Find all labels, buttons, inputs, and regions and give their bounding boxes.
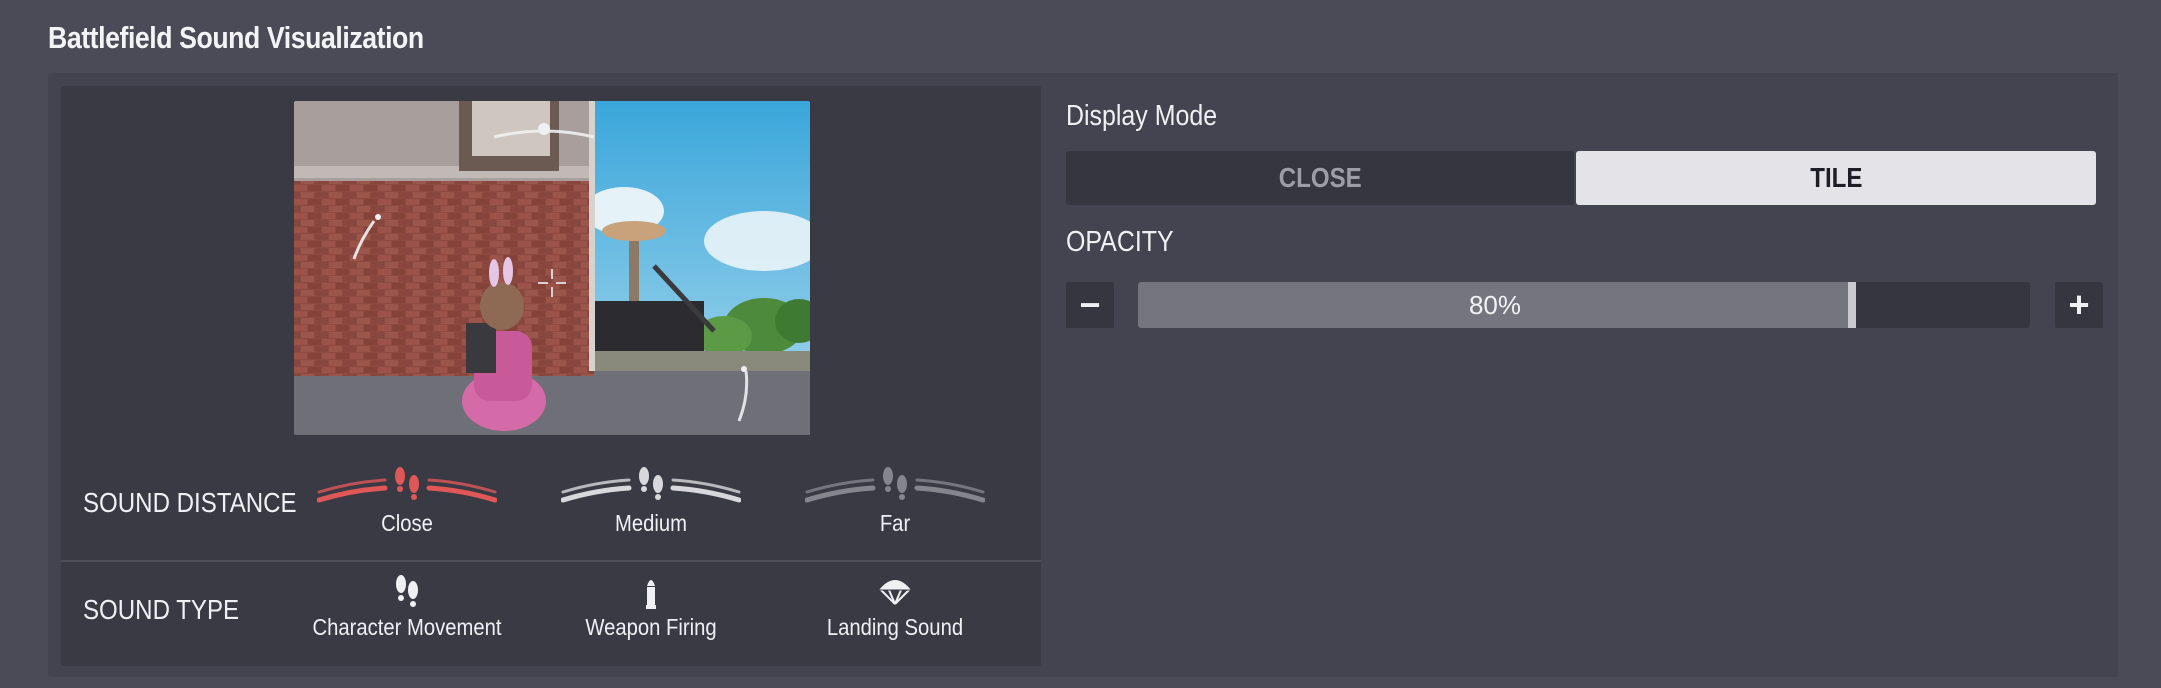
type-option-label: Character Movement — [312, 614, 502, 640]
distance-option-medium[interactable]: Medium — [531, 466, 771, 537]
footsteps-icon — [805, 467, 985, 503]
distance-option-label: Far — [879, 510, 911, 536]
bullet-icon — [646, 580, 656, 609]
footsteps-icon — [561, 467, 741, 503]
type-option-weapon-firing[interactable]: Weapon Firing — [531, 574, 771, 641]
footsteps-icon — [396, 575, 418, 607]
page-title: Battlefield Sound Visualization — [48, 20, 424, 55]
distance-option-close[interactable]: Close — [287, 466, 527, 537]
parachute-icon — [879, 580, 911, 605]
type-option-label: Landing Sound — [826, 614, 964, 640]
distance-option-far[interactable]: Far — [775, 466, 1015, 537]
opacity-slider[interactable]: 80% — [1138, 282, 2030, 328]
opacity-label: OPACITY — [1066, 226, 1174, 258]
gameplay-preview-image — [294, 101, 810, 435]
display-mode-tile-button[interactable]: TILE — [1576, 151, 2096, 205]
preview-scene — [294, 101, 810, 435]
distance-option-label: Close — [381, 510, 433, 536]
row-divider — [61, 560, 1041, 562]
footsteps-icon — [317, 467, 497, 503]
opacity-decrease-button[interactable]: − — [1066, 282, 1114, 328]
display-mode-label: Display Mode — [1066, 100, 1218, 132]
type-option-label: Weapon Firing — [585, 614, 717, 640]
display-mode-close-label: CLOSE — [1278, 162, 1362, 193]
distance-option-label: Medium — [615, 510, 687, 536]
display-mode-close-button[interactable]: CLOSE — [1066, 151, 1574, 205]
sound-distance-label: SOUND DISTANCE — [83, 487, 297, 518]
sound-type-label: SOUND TYPE — [83, 594, 240, 625]
display-mode-tile-label: TILE — [1809, 162, 1863, 193]
opacity-value: 80% — [1468, 289, 1522, 320]
type-option-character-movement[interactable]: Character Movement — [287, 574, 527, 641]
minus-icon: − — [1079, 284, 1101, 325]
type-option-landing-sound[interactable]: Landing Sound — [775, 574, 1015, 641]
plus-icon: + — [2068, 284, 2090, 325]
opacity-increase-button[interactable]: + — [2055, 282, 2103, 328]
